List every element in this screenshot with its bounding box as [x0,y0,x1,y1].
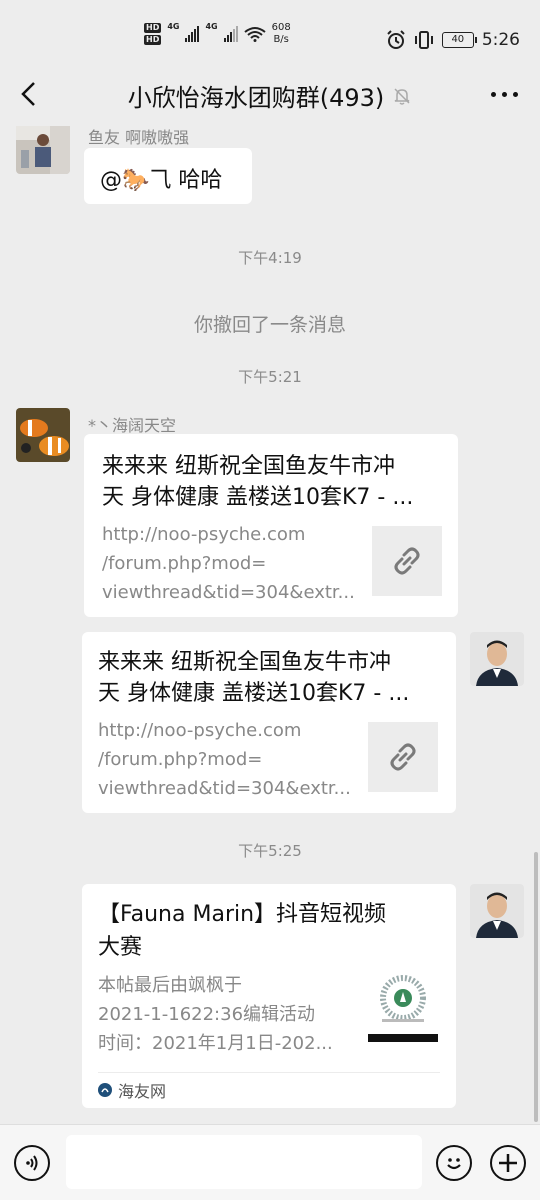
card-desc-line: 2021-1-1622:36编辑活动 [98,1004,316,1025]
qr-thumbnail [368,972,438,1042]
timestamp: 下午5:21 [238,368,302,386]
timestamp: 下午4:19 [238,249,302,267]
card-desc-line: /forum.php?mod= [98,749,263,770]
more-dots-icon [491,92,496,97]
bell-off-icon [394,87,410,105]
card-title-line: 来来来 纽斯祝全国鱼友牛市冲 [102,454,395,479]
avatar[interactable] [16,126,70,174]
message-text: @🐎⺄ 哈哈 [100,168,223,193]
voice-button[interactable] [14,1145,50,1181]
source-name: 海友网 [118,1082,167,1101]
divider [98,1072,440,1073]
card-title-line: 天 身体健康 盖楼送10套K7 - ... [102,485,414,510]
voice-icon [26,1155,38,1171]
message-input[interactable] [66,1135,422,1189]
sender-name: 鱼友 啊嗷嗷强 [88,128,190,147]
hd-badge: HD [144,23,162,33]
avatar[interactable] [470,632,524,686]
card-desc-line: viewthread&tid=304&extr... [102,582,355,603]
input-bar [0,1124,540,1200]
scrollbar[interactable] [534,852,538,1122]
chat-title: 小欣怡海水团购群(493) [127,84,385,112]
chat-header: 小欣怡海水团购群(493) [0,62,540,126]
network-speed: 608 B/s [272,22,291,46]
plus-icon [499,1154,517,1172]
status-left: HD HD 4G 4G 608 B/s [144,22,291,46]
card-title-line: 【Fauna Marin】抖音短视频 [98,902,387,927]
avatar[interactable] [16,408,70,462]
link-icon [394,547,420,575]
card-desc-line: 本帖最后由飒枫于 [98,975,242,996]
vibrate-icon [414,31,433,49]
message-list[interactable]: 鱼友 啊嗷嗷强 @🐎⺄ 哈哈 下午4:19 你撤回了一条消息 下午5:21 *丶… [0,126,540,1124]
link-card[interactable]: 来来来 纽斯祝全国鱼友牛市冲 天 身体健康 盖楼送10套K7 - ... htt… [84,434,458,617]
wifi-icon [244,27,266,42]
speed-unit: B/s [273,34,289,45]
card-desc-line: 时间：2021年1月1日-202... [98,1033,333,1054]
sender-name: *丶海阔天空 [88,416,177,435]
card-desc-line: http://noo-psyche.com [102,524,306,545]
more-button[interactable] [491,92,518,97]
link-thumbnail [372,526,442,596]
clock: 5:26 [481,30,520,50]
site-logo-icon [98,1083,112,1097]
status-right: 40 5:26 [386,30,520,50]
battery-icon: 40 [441,32,477,48]
chat-title-container: 小欣怡海水团购群(493) [0,78,540,113]
card-source: 海友网 [98,1078,166,1102]
card-title-line: 天 身体健康 盖楼送10套K7 - ... [98,681,410,706]
card-desc-line: /forum.php?mod= [102,553,267,574]
card-desc-line: http://noo-psyche.com [98,720,302,741]
network-label: 4G [167,22,180,31]
timestamp: 下午5:25 [238,842,302,860]
text-message[interactable]: @🐎⺄ 哈哈 [84,148,252,204]
status-bar: HD HD 4G 4G 608 B/s 40 5:26 [0,0,540,62]
signal-icon [185,26,200,42]
signal-icon [223,26,238,42]
speed-value: 608 [271,22,291,33]
link-icon [390,743,416,771]
more-functions-button[interactable] [490,1145,526,1181]
card-desc-line: viewthread&tid=304&extr... [98,778,351,799]
card-title-line: 来来来 纽斯祝全国鱼友牛市冲 [98,650,391,675]
link-card[interactable]: 【Fauna Marin】抖音短视频 大赛 本帖最后由飒枫于 2021-1-16… [82,884,456,1108]
link-card[interactable]: 来来来 纽斯祝全国鱼友牛市冲 天 身体健康 盖楼送10套K7 - ... htt… [82,632,456,813]
hd-badges: HD HD [144,23,162,45]
emoji-button[interactable] [436,1145,472,1181]
network-label: 4G [205,22,218,31]
recall-notice: 你撤回了一条消息 [193,314,346,336]
avatar[interactable] [470,884,524,938]
hd-badge: HD [144,35,162,45]
link-thumbnail [368,722,438,792]
card-title-line: 大赛 [98,935,143,960]
alarm-icon [387,30,405,49]
smile-icon [447,1158,461,1170]
